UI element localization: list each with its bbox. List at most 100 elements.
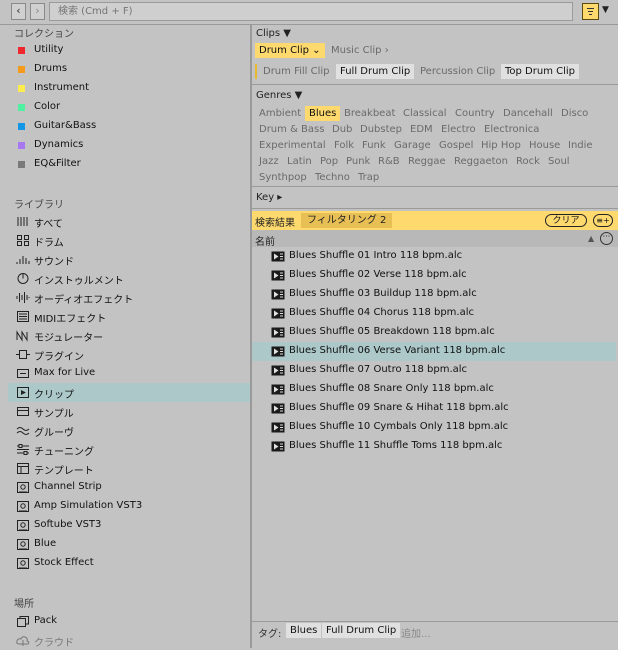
filter-chip-house[interactable]: House [525, 138, 564, 153]
search-input[interactable] [50, 3, 572, 20]
filter-chip-top-drum-clip[interactable]: Top Drum Clip [501, 64, 580, 79]
filter-chip-synthpop[interactable]: Synthpop [255, 170, 311, 185]
result-row[interactable]: Blues Shuffle 03 Buildup 118 bpm.alc [252, 285, 616, 304]
library-item-softube-vst3[interactable]: Softube VST3 [8, 516, 250, 535]
filter-chip-electronica[interactable]: Electronica [480, 122, 543, 137]
filter-chip-drum-bass[interactable]: Drum & Bass [255, 122, 328, 137]
filter-chip-classical[interactable]: Classical [399, 106, 451, 121]
library-item-stock-effect[interactable]: Stock Effect [8, 554, 250, 573]
filter-chip-drum-clip[interactable]: Drum Clip ⌄ [255, 43, 325, 58]
collection-item-color[interactable]: Color [8, 98, 250, 117]
filter-chip-indie[interactable]: Indie [564, 138, 597, 153]
filter-chip-country[interactable]: Country [451, 106, 499, 121]
library-item-entry-11[interactable]: グルーヴ [8, 421, 250, 440]
result-row[interactable]: Blues Shuffle 07 Outro 118 bpm.alc [252, 361, 616, 380]
filter-chip-full-drum-clip[interactable]: Full Drum Clip [336, 64, 415, 79]
filter-chip-latin[interactable]: Latin [283, 154, 316, 169]
library-item-entry-3[interactable]: インストゥルメント [8, 269, 250, 288]
collection-item-dynamics[interactable]: Dynamics [8, 136, 250, 155]
result-row[interactable]: Blues Shuffle 10 Cymbals Only 118 bpm.al… [252, 418, 616, 437]
library-item-entry-0[interactable]: すべて [8, 212, 250, 231]
library-item-entry-9[interactable]: クリップ [8, 383, 250, 402]
library-item-blue[interactable]: Blue [8, 535, 250, 554]
genres-filter-header[interactable]: Genres ▼ [256, 90, 302, 101]
library-item-entry-4[interactable]: オーディオエフェクト [8, 288, 250, 307]
clip-file-icon [271, 346, 285, 357]
filter-chip-pop[interactable]: Pop [316, 154, 342, 169]
filter-chip-rock[interactable]: Rock [512, 154, 544, 169]
collection-item-utility[interactable]: Utility [8, 41, 250, 60]
filter-chip-reggae[interactable]: Reggae [404, 154, 450, 169]
library-item-entry-13[interactable]: テンプレート [8, 459, 250, 478]
add-filter-button[interactable]: ≡+ [593, 214, 613, 227]
clear-filters-button[interactable]: クリア [545, 214, 587, 227]
result-row[interactable]: Blues Shuffle 01 Intro 118 bpm.alc [252, 247, 616, 266]
tag-chip-full-drum-clip[interactable]: Full Drum Clip [322, 623, 401, 638]
result-row[interactable]: Blues Shuffle 05 Breakdown 118 bpm.alc [252, 323, 616, 342]
library-item-max-for-live[interactable]: Max for Live [8, 364, 250, 383]
place-item-pack[interactable]: Pack [8, 612, 250, 631]
filter-chip-hip-hop[interactable]: Hip Hop [477, 138, 525, 153]
filter-chip-garage[interactable]: Garage [390, 138, 435, 153]
forward-button[interactable]: › [30, 3, 45, 20]
library-item-entry-6[interactable]: モジュレーター [8, 326, 250, 345]
filter-chip-edm[interactable]: EDM [406, 122, 437, 137]
library-item-entry-12[interactable]: チューニング [8, 440, 250, 459]
filter-count-badge[interactable]: フィルタリング 2 [301, 213, 393, 228]
filter-chip-dub[interactable]: Dub [328, 122, 356, 137]
filter-chip-punk[interactable]: Punk [342, 154, 374, 169]
filter-chip-experimental[interactable]: Experimental [255, 138, 330, 153]
filter-chip-gospel[interactable]: Gospel [435, 138, 477, 153]
library-item-channel-strip[interactable]: Channel Strip [8, 478, 250, 497]
collection-item-drums[interactable]: Drums [8, 60, 250, 79]
filter-chip-funk[interactable]: Funk [358, 138, 390, 153]
result-row[interactable]: Blues Shuffle 09 Snare & Hihat 118 bpm.a… [252, 399, 616, 418]
filter-chip-disco[interactable]: Disco [557, 106, 592, 121]
back-button[interactable]: ‹ [11, 3, 26, 20]
search-field[interactable] [49, 2, 573, 21]
result-row[interactable]: Blues Shuffle 08 Snare Only 118 bpm.alc [252, 380, 616, 399]
places-heading: 場所 [14, 599, 34, 610]
library-item-entry-7[interactable]: プラグイン [8, 345, 250, 364]
library-item-entry-1[interactable]: ドラム [8, 231, 250, 250]
filter-chip-blues[interactable]: Blues [305, 106, 341, 121]
filter-chip-reggaeton[interactable]: Reggaeton [450, 154, 512, 169]
filter-chip-music-clip[interactable]: Music Clip › [327, 43, 393, 58]
filter-chip-electro[interactable]: Electro [437, 122, 480, 137]
filter-chip-soul[interactable]: Soul [544, 154, 574, 169]
key-filter-header[interactable]: Key ▸ [256, 192, 282, 203]
sort-ascending-icon[interactable]: ▲ [588, 234, 594, 243]
add-tag-input[interactable]: 追加... [401, 625, 431, 640]
result-row[interactable]: Blues Shuffle 06 Verse Variant 118 bpm.a… [252, 342, 616, 361]
place-item-entry-1[interactable]: クラウド [8, 631, 250, 650]
filter-view-button[interactable] [582, 3, 599, 20]
tag-chip-blues[interactable]: Blues [286, 623, 322, 638]
instrument-icon [16, 272, 30, 285]
library-item-entry-10[interactable]: サンプル [8, 402, 250, 421]
filter-chip-dancehall[interactable]: Dancehall [499, 106, 557, 121]
result-row[interactable]: Blues Shuffle 11 Shuffle Toms 118 bpm.al… [252, 437, 616, 456]
collection-item-guitar-bass[interactable]: Guitar&Bass [8, 117, 250, 136]
column-options-button[interactable]: ··· [600, 232, 613, 245]
result-row[interactable]: Blues Shuffle 04 Chorus 118 bpm.alc [252, 304, 616, 323]
filter-chip-percussion-clip[interactable]: Percussion Clip [416, 64, 499, 79]
collection-item-instrument[interactable]: Instrument [8, 79, 250, 98]
collection-item-eq-filter[interactable]: EQ&Filter [8, 155, 250, 174]
filter-chip-r-b[interactable]: R&B [374, 154, 404, 169]
filter-chip-techno[interactable]: Techno [311, 170, 354, 185]
library-item-label: グルーヴ [34, 428, 74, 439]
filter-chip-folk[interactable]: Folk [330, 138, 358, 153]
library-item-amp-simulation-vst3[interactable]: Amp Simulation VST3 [8, 497, 250, 516]
library-item-midi[interactable]: MIDIエフェクト [8, 307, 250, 326]
filter-chip-ambient[interactable]: Ambient [255, 106, 305, 121]
library-item-entry-2[interactable]: サウンド [8, 250, 250, 269]
filter-chip-drum-fill-clip[interactable]: Drum Fill Clip [259, 64, 334, 79]
clips-filter-header[interactable]: Clips ▼ [256, 28, 291, 39]
name-column-header[interactable]: 名前 ▲ ··· [252, 230, 618, 248]
browser-menu-dropdown[interactable]: ▼ [602, 5, 609, 15]
filter-chip-trap[interactable]: Trap [354, 170, 383, 185]
result-row[interactable]: Blues Shuffle 02 Verse 118 bpm.alc [252, 266, 616, 285]
filter-chip-jazz[interactable]: Jazz [255, 154, 283, 169]
filter-chip-dubstep[interactable]: Dubstep [356, 122, 406, 137]
filter-chip-breakbeat[interactable]: Breakbeat [340, 106, 399, 121]
